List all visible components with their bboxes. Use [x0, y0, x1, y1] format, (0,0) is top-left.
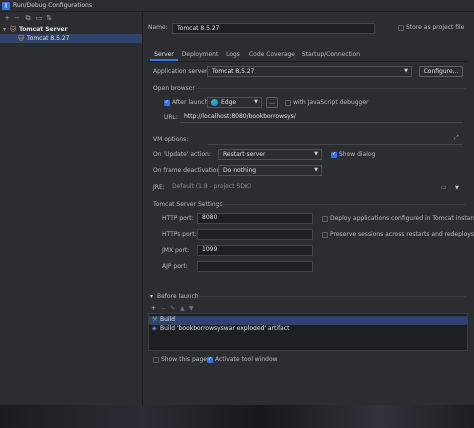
frame-deactivation-value: Do nothing: [223, 167, 257, 174]
jmx-port-field[interactable]: 1099: [197, 245, 313, 256]
list-item-label: Build 'bookborrowsyswar exploded' artifa…: [160, 325, 290, 332]
app-server-select[interactable]: Tomcat 8.5.27 ▼: [207, 66, 412, 77]
tab-divider: [148, 61, 468, 62]
tab-code-coverage[interactable]: Code Coverage: [247, 49, 297, 61]
copy-icon[interactable]: ⧉: [24, 14, 32, 22]
show-dialog-label: Show dialog: [339, 151, 376, 158]
name-label: Name:: [148, 24, 168, 31]
chevron-down-icon: ▼: [314, 151, 318, 157]
jre-field[interactable]: Default (1.8 - project SDK): [168, 183, 451, 193]
preserve-sessions-label: Preserve sessions across restarts and re…: [330, 231, 474, 238]
app-server-label: Application server:: [153, 68, 210, 75]
window-title: Run/Debug Configurations: [13, 2, 92, 9]
chevron-down-icon: ▼: [254, 99, 258, 105]
config-tree-panel: [0, 12, 143, 405]
tab-logs[interactable]: Logs: [222, 49, 244, 61]
sort-icon[interactable]: ⇅: [45, 14, 53, 22]
open-browser-heading: Open browser: [153, 85, 195, 92]
update-action-value: Restart server: [223, 151, 266, 158]
https-port-field[interactable]: [197, 229, 313, 240]
preserve-sessions-checkbox[interactable]: [322, 232, 328, 238]
desktop-background: [0, 405, 474, 428]
section-divider: [198, 296, 466, 297]
intellij-app-icon: IJ: [2, 2, 10, 10]
store-as-project-label: Store as project file: [406, 24, 465, 31]
before-launch-heading: Before launch: [157, 293, 199, 300]
tomcat-icon: 🐱: [18, 35, 25, 42]
list-item[interactable]: ◈ Build 'bookborrowsyswar exploded' arti…: [149, 325, 467, 334]
name-field[interactable]: Tomcat 8.5.27: [172, 23, 375, 34]
deploy-apps-checkbox[interactable]: [322, 216, 328, 222]
folder-icon[interactable]: ▭: [441, 183, 447, 193]
tree-item-label: Tomcat 8.5.27: [27, 35, 70, 42]
configure-button[interactable]: Configure...: [419, 66, 463, 77]
vm-options-label: VM options:: [153, 136, 189, 143]
jmx-port-label: JMX port:: [162, 247, 190, 254]
chevron-down-icon: ▼: [404, 68, 408, 74]
js-debugger-label: with JavaScript debugger: [293, 99, 369, 106]
browser-value: Edge: [221, 99, 237, 106]
http-port-field[interactable]: 8080: [197, 213, 313, 224]
add-icon[interactable]: +: [3, 14, 11, 22]
edge-icon: [211, 99, 218, 106]
app-server-value: Tomcat 8.5.27: [212, 68, 255, 75]
show-dialog-checkbox[interactable]: [331, 151, 337, 158]
ajp-port-label: AJP port:: [162, 263, 188, 270]
chevron-down-icon: ▼: [314, 167, 318, 173]
artifact-icon: ◈: [152, 325, 157, 332]
section-divider: [190, 88, 466, 89]
tree-group-label: Tomcat Server: [19, 26, 68, 33]
vm-options-field[interactable]: [207, 135, 463, 145]
show-page-checkbox[interactable]: [153, 357, 159, 363]
after-launch-checkbox[interactable]: [164, 99, 170, 106]
http-port-label: HTTP port:: [162, 215, 194, 222]
tab-startup-connection[interactable]: Startup/Connection: [300, 49, 362, 61]
frame-deactivation-label: On frame deactivation:: [153, 167, 223, 174]
tree-item-tomcat[interactable]: 🐱 Tomcat 8.5.27: [0, 34, 142, 43]
tomcat-settings-heading: Tomcat Server Settings: [153, 201, 223, 208]
update-action-select[interactable]: Restart server ▼: [218, 149, 322, 160]
browser-select[interactable]: Edge ▼: [207, 97, 262, 108]
show-page-label: Show this page: [161, 356, 207, 363]
store-as-project-checkbox[interactable]: [398, 25, 404, 31]
deploy-apps-label: Deploy applications configured in Tomcat…: [330, 215, 474, 222]
tab-deployment[interactable]: Deployment: [180, 49, 220, 61]
browse-button[interactable]: ...: [266, 97, 278, 108]
https-port-label: HTTPs port:: [162, 231, 197, 238]
tree-group-tomcat-server[interactable]: ▾ 🐱 Tomcat Server: [0, 25, 142, 34]
tab-server[interactable]: Server: [150, 49, 178, 61]
jre-label: JRE:: [153, 184, 165, 191]
ajp-port-field[interactable]: [197, 261, 313, 272]
section-divider: [216, 204, 466, 205]
chevron-down-icon[interactable]: ▾: [150, 292, 153, 302]
after-launch-label: After launch: [172, 99, 209, 106]
title-bar: IJ Run/Debug Configurations: [0, 0, 474, 12]
activate-tool-window-label: Activate tool window: [215, 356, 278, 363]
url-label: URL:: [164, 114, 178, 121]
remove-icon[interactable]: −: [13, 14, 21, 22]
chevron-down-icon[interactable]: ▾: [3, 25, 6, 34]
folder-icon[interactable]: ▭: [35, 14, 43, 22]
url-field[interactable]: http://localhost:8080/bookborrowsys/: [180, 113, 463, 123]
expand-icon[interactable]: ⤢: [454, 133, 459, 143]
update-action-label: On 'Update' action:: [153, 151, 211, 158]
chevron-down-icon[interactable]: ▼: [455, 183, 459, 193]
activate-tool-window-checkbox[interactable]: [207, 356, 213, 363]
tomcat-icon: 🐱: [10, 26, 17, 33]
frame-deactivation-select[interactable]: Do nothing ▼: [218, 165, 322, 176]
js-debugger-checkbox[interactable]: [285, 100, 291, 106]
before-launch-list: ⚒ Build ◈ Build 'bookborrowsyswar explod…: [148, 313, 468, 351]
